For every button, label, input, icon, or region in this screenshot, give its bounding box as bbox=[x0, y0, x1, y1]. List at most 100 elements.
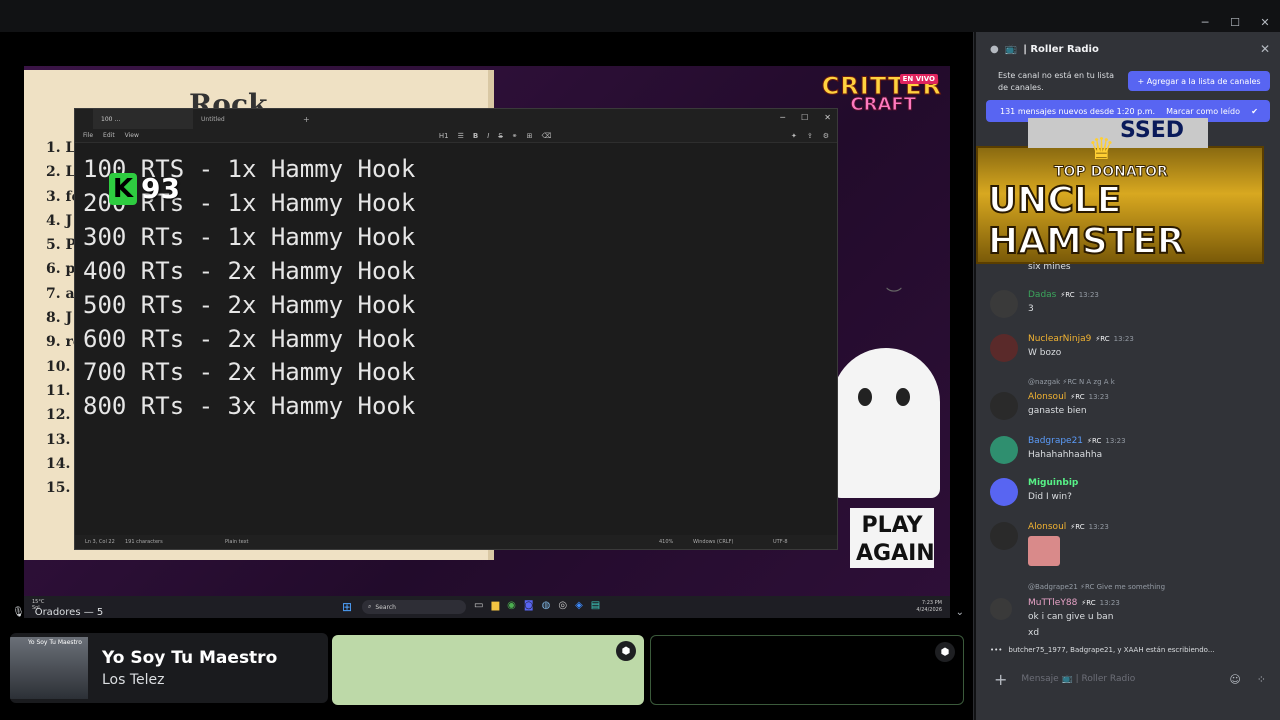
play-again-button[interactable]: PLAY AGAIN bbox=[850, 508, 935, 568]
username[interactable]: NuclearNinja9 bbox=[1028, 334, 1091, 344]
live-badge: EN VIVO bbox=[899, 74, 938, 84]
status-chars: 191 characters bbox=[125, 539, 163, 545]
message-text: Hahahahhaahha bbox=[1028, 450, 1103, 460]
stream-video[interactable]: Rock 1. Li 2. Ll 3. fo 4. J 5. Po 6. p 7… bbox=[24, 66, 950, 618]
banner-name: UNCLE HAMSTER bbox=[987, 179, 1186, 263]
username[interactable]: Alonsoul bbox=[1028, 522, 1066, 532]
text-line: 100 RTS - 1x Hammy Hook bbox=[83, 155, 416, 183]
avatar[interactable] bbox=[990, 436, 1018, 464]
avatar[interactable] bbox=[990, 522, 1018, 550]
link-icon[interactable]: ⚭ bbox=[512, 132, 518, 140]
emoji-icon[interactable]: ☺ bbox=[1229, 673, 1240, 686]
message-text: 3 bbox=[1028, 304, 1034, 314]
avatar[interactable] bbox=[990, 290, 1018, 318]
mark-read-icon: ✔ bbox=[1251, 106, 1258, 116]
minimize-icon[interactable]: ─ bbox=[780, 113, 785, 122]
k93-badge: K 93 bbox=[109, 172, 180, 205]
username[interactable]: MuTTleY88 bbox=[1028, 598, 1077, 608]
text-line: 700 RTs - 2x Hammy Hook bbox=[83, 358, 416, 387]
k-number: 93 bbox=[141, 172, 180, 205]
username[interactable]: Dadas bbox=[1028, 290, 1056, 300]
minimize-button[interactable]: ─ bbox=[1196, 16, 1214, 32]
copilot-icon[interactable]: ✦ bbox=[791, 132, 797, 140]
list-icon[interactable]: ☰ bbox=[458, 132, 464, 140]
add-attachment-icon[interactable]: + bbox=[994, 670, 1007, 689]
app-root: ─ ☐ ✕ Rock 1. Li 2. Ll 3. fo 4. J 5. Po … bbox=[0, 0, 1280, 720]
ghost-eye-icon bbox=[858, 388, 872, 406]
reply-preview[interactable]: @nazgak ⚡RC N A zg A k bbox=[1028, 378, 1115, 386]
speakers-label: Oradores — 5 bbox=[34, 606, 104, 618]
notepad-editor[interactable]: 100 RTS - 1x Hammy Hook 200 RTs - 1x Ham… bbox=[75, 143, 837, 434]
username[interactable]: Miguinbip bbox=[1028, 478, 1078, 488]
typing-indicator: ••• butcher75_1977, Badgrape21, y XAAH e… bbox=[990, 646, 1215, 654]
notepad-tab-2[interactable]: Untitled bbox=[193, 116, 303, 123]
avatar[interactable] bbox=[990, 598, 1012, 620]
notepad-tab-1[interactable]: 100 … bbox=[93, 109, 193, 129]
sticker-image[interactable] bbox=[1028, 536, 1060, 566]
composer-input[interactable]: Mensaje 📺 | Roller Radio bbox=[1021, 674, 1135, 684]
chevron-down-icon[interactable]: ⌄ bbox=[956, 607, 964, 618]
username[interactable]: Badgrape21 bbox=[1028, 436, 1083, 446]
status-position: Ln 3, Col 22 bbox=[85, 539, 115, 545]
username[interactable]: Alonsoul bbox=[1028, 392, 1066, 402]
clear-format-icon[interactable]: ⌫ bbox=[542, 132, 552, 140]
avatar[interactable] bbox=[990, 334, 1018, 362]
timestamp: 13:23 bbox=[1105, 437, 1126, 445]
menu-edit[interactable]: Edit bbox=[103, 132, 115, 139]
share-icon[interactable]: ⇪ bbox=[807, 132, 813, 140]
text-line: 500 RTs - 2x Hammy Hook bbox=[83, 290, 416, 319]
notepad-window-controls: ─ ☐ ✕ bbox=[780, 113, 831, 122]
song-artist: Los Telez bbox=[102, 672, 165, 688]
typing-dots-icon: ••• bbox=[990, 646, 1003, 654]
top-donator-banner: SSED ♛ TOP DONATOR UNCLE HAMSTER bbox=[976, 118, 1264, 264]
stage-area: Rock 1. Li 2. Ll 3. fo 4. J 5. Po 6. p 7… bbox=[0, 32, 974, 720]
timestamp: 13:23 bbox=[1088, 523, 1109, 531]
settings-icon[interactable]: ⚙ bbox=[823, 132, 829, 140]
crown-icon: ♛ bbox=[1088, 132, 1115, 167]
maximize-icon[interactable]: ☐ bbox=[801, 113, 808, 122]
role-tags: ⚡RC bbox=[1095, 335, 1110, 343]
italic-icon[interactable]: I bbox=[487, 132, 489, 140]
notepad-titlebar: 100 … Untitled + ─ ☐ ✕ bbox=[75, 109, 837, 129]
close-icon[interactable]: ✕ bbox=[824, 113, 831, 122]
text-line: 200 RTs - 1x Hammy Hook bbox=[83, 188, 416, 217]
message-composer[interactable]: + Mensaje 📺 | Roller Radio ☺ ⁘ bbox=[986, 666, 1270, 692]
close-window-button[interactable]: ✕ bbox=[1256, 16, 1274, 32]
bold-icon[interactable]: B bbox=[473, 132, 478, 140]
now-playing-tile[interactable]: Yo Soy Tu Maestro Yo Soy Tu Maestro Los … bbox=[10, 633, 328, 703]
apps-icon[interactable]: ⁘ bbox=[1257, 673, 1266, 686]
thread-icon: ● bbox=[990, 43, 999, 55]
speaker-tile[interactable]: ⬢ bbox=[332, 635, 644, 705]
banner-back-text: SSED bbox=[1028, 118, 1208, 148]
heading-select[interactable]: H1 bbox=[439, 132, 449, 140]
status-encoding: UTF-8 bbox=[773, 539, 788, 545]
microphone-icon: 🎙 bbox=[12, 606, 25, 618]
stage-badge-icon: ⬢ bbox=[616, 641, 636, 661]
tv-icon: 📺 bbox=[1004, 43, 1018, 55]
channel-notice: Este canal no está en tu lista de canale… bbox=[986, 68, 1278, 96]
discord-avatar-icon[interactable] bbox=[990, 478, 1018, 506]
format-toolbar: H1 ☰ B I S ⚭ ⊞ ⌫ bbox=[439, 132, 552, 140]
role-tags: ⚡RC bbox=[1081, 599, 1096, 607]
notepad-window: 100 … Untitled + ─ ☐ ✕ File Edit View H1 bbox=[74, 108, 838, 550]
speakers-header[interactable]: 🎙 Oradores — 5 ⌄ bbox=[0, 600, 974, 624]
avatar[interactable] bbox=[990, 392, 1018, 420]
message-text: ganaste bien bbox=[1028, 406, 1087, 416]
notice-text: Este canal no está en tu lista de canale… bbox=[998, 71, 1114, 92]
ghost-eye-icon bbox=[896, 388, 910, 406]
maximize-button[interactable]: ☐ bbox=[1226, 16, 1244, 32]
strikethrough-icon[interactable]: S bbox=[498, 132, 502, 140]
close-icon[interactable]: ✕ bbox=[1260, 42, 1270, 56]
role-tags: ⚡RC bbox=[1070, 393, 1085, 401]
mark-read-button[interactable]: Marcar como leído bbox=[1166, 107, 1240, 116]
message-text: ok i can give u ban bbox=[1028, 612, 1114, 622]
menu-file[interactable]: File bbox=[83, 132, 93, 139]
new-tab-icon[interactable]: + bbox=[303, 115, 310, 124]
menu-view[interactable]: View bbox=[125, 132, 139, 139]
reply-preview[interactable]: @Badgrape21 ⚡RC Give me something bbox=[1028, 583, 1165, 591]
role-tags: ⚡RC bbox=[1087, 437, 1102, 445]
table-icon[interactable]: ⊞ bbox=[527, 132, 533, 140]
album-art-text: Yo Soy Tu Maestro bbox=[28, 639, 82, 646]
speaker-tile[interactable]: ⬢ bbox=[650, 635, 964, 705]
add-channel-button[interactable]: + Agregar a la lista de canales bbox=[1128, 71, 1270, 91]
